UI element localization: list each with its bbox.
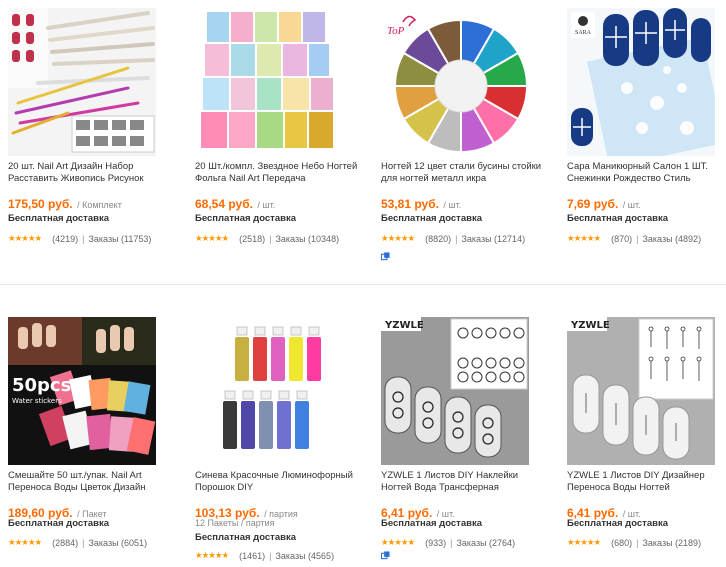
svg-text:ToP: ToP: [387, 25, 405, 37]
review-count[interactable]: (870): [611, 234, 632, 244]
free-shipping-label: Бесплатная доставка: [195, 532, 296, 543]
star-rating-icon: ★★★★★: [567, 537, 601, 547]
price-line: 7,69 руб. / шт.: [567, 195, 726, 213]
product-title[interactable]: Сара Маникюрный Салон 1 ШТ. Снежинки Рож…: [567, 161, 726, 185]
order-count: Заказы (11753): [88, 233, 152, 244]
free-shipping-label: Бесплатная доставка: [381, 518, 482, 529]
product-price: 68,54 руб.: [195, 197, 253, 211]
rating-line: ★★★★★ (4219) | Заказы (11753): [8, 233, 151, 244]
free-shipping-label: Бесплатная доставка: [195, 213, 296, 224]
product-title[interactable]: 20 шт. Nail Art Дизайн Набор Расставить …: [8, 161, 178, 185]
review-count[interactable]: (8820): [425, 234, 451, 244]
price-line: 175,50 руб. / Комплект: [8, 195, 183, 213]
free-shipping-label: Бесплатная доставка: [8, 213, 109, 224]
separator: |: [455, 233, 458, 244]
free-shipping-label: Бесплатная доставка: [8, 518, 109, 529]
rating-line: ★★★★★ (1461) | Заказы (4565): [195, 550, 334, 561]
product-image-glitter-bottles[interactable]: [195, 317, 343, 465]
product-title[interactable]: 20 Шт./компл. Звездное Небо Ногтей Фольг…: [195, 161, 365, 185]
star-rating-icon: ★★★★★: [381, 537, 415, 547]
product-card[interactable]: 20 Шт./компл. Звездное Небо Ногтей Фольг…: [195, 8, 365, 244]
review-count[interactable]: (680): [611, 538, 632, 548]
product-unit: / шт.: [622, 200, 641, 210]
price-line: 68,54 руб. / шт.: [195, 195, 370, 213]
star-rating-icon: ★★★★★: [195, 550, 229, 560]
rating-line: ★★★★★ (680) | Заказы (2189): [567, 537, 701, 548]
star-rating-icon: ★★★★★: [381, 233, 415, 243]
product-image-yzwle-dandelion[interactable]: YZWLE: [567, 317, 715, 465]
product-title[interactable]: Ногтей 12 цвет стали бусины стойки для н…: [381, 161, 551, 185]
order-count: Заказы (10348): [275, 233, 340, 244]
product-card[interactable]: 50pcs Water stickers Смешайте 50 шт./упа…: [8, 317, 178, 548]
svg-text:50pcs: 50pcs: [12, 375, 71, 396]
separator: |: [82, 537, 85, 548]
star-rating-icon: ★★★★★: [195, 233, 229, 243]
product-package-info: 12 Пакеты / партия: [195, 518, 275, 528]
product-card[interactable]: YZWLE YZWLE 1 Листов DIY Дизайнер Перено…: [567, 317, 726, 548]
wishlist-icon[interactable]: [381, 551, 390, 560]
product-image-beads-wheel[interactable]: ToP: [381, 8, 529, 156]
svg-text:YZWLE: YZWLE: [570, 320, 610, 331]
product-image-yzwle-lace[interactable]: YZWLE: [381, 317, 529, 465]
product-title[interactable]: Синева Красочные Люминофорный Порошок DI…: [195, 470, 365, 494]
rating-line: ★★★★★ (8820) | Заказы (12714): [381, 233, 525, 244]
product-card[interactable]: ToP Ногтей 12 цвет стали бусины стойки д…: [381, 8, 551, 263]
product-title[interactable]: Смешайте 50 шт./упак. Nail Art Переноса …: [8, 470, 178, 494]
order-count: Заказы (6051): [88, 537, 148, 548]
product-card[interactable]: YZWLE YZWLE 1 Листов DIY Наклейки Ногтей…: [381, 317, 551, 562]
review-count[interactable]: (933): [425, 538, 446, 548]
separator: |: [269, 550, 272, 561]
free-shipping-label: Бесплатная доставка: [567, 518, 668, 529]
star-rating-icon: ★★★★★: [567, 233, 601, 243]
product-card[interactable]: SARA Сара Маникюрный Салон 1 ШТ. Снежинк…: [567, 8, 726, 244]
separator: |: [269, 233, 272, 244]
price-line: 53,81 руб. / шт.: [381, 195, 556, 213]
product-card[interactable]: 20 шт. Nail Art Дизайн Набор Расставить …: [8, 8, 178, 244]
star-rating-icon: ★★★★★: [8, 233, 42, 243]
product-unit: / шт.: [257, 200, 276, 210]
review-count[interactable]: (4219): [52, 234, 78, 244]
wishlist-icon[interactable]: [381, 252, 390, 261]
product-image-water-stickers[interactable]: 50pcs Water stickers: [8, 317, 156, 465]
product-card[interactable]: Синева Красочные Люминофорный Порошок DI…: [195, 317, 365, 562]
product-title[interactable]: YZWLE 1 Листов DIY Дизайнер Переноса Вод…: [567, 470, 726, 494]
order-count: Заказы (2189): [642, 537, 702, 548]
review-count[interactable]: (2518): [239, 234, 265, 244]
product-price: 53,81 руб.: [381, 197, 439, 211]
free-shipping-label: Бесплатная доставка: [567, 213, 668, 224]
svg-text:SARA: SARA: [575, 30, 592, 36]
order-count: Заказы (4565): [275, 550, 335, 561]
rating-line: ★★★★★ (2518) | Заказы (10348): [195, 233, 339, 244]
review-count[interactable]: (2884): [52, 538, 78, 548]
product-unit: / шт.: [443, 200, 462, 210]
order-count: Заказы (4892): [642, 233, 702, 244]
rating-line: ★★★★★ (933) | Заказы (2764): [381, 537, 515, 548]
product-price: 175,50 руб.: [8, 197, 73, 211]
separator: |: [82, 233, 85, 244]
svg-text:YZWLE: YZWLE: [384, 320, 424, 331]
star-rating-icon: ★★★★★: [8, 537, 42, 547]
separator: |: [450, 537, 453, 548]
order-count: Заказы (2764): [456, 537, 516, 548]
separator: |: [636, 233, 639, 244]
product-image-brushes[interactable]: [8, 8, 156, 156]
separator: |: [636, 537, 639, 548]
order-count: Заказы (12714): [461, 233, 526, 244]
product-unit: / Комплект: [77, 200, 122, 210]
product-price: 7,69 руб.: [567, 197, 619, 211]
free-shipping-label: Бесплатная доставка: [381, 213, 482, 224]
review-count[interactable]: (1461): [239, 551, 265, 561]
product-title[interactable]: YZWLE 1 Листов DIY Наклейки Ногтей Вода …: [381, 470, 551, 494]
row-divider: [0, 284, 726, 285]
product-image-snowflake-stickers[interactable]: SARA: [567, 8, 715, 156]
rating-line: ★★★★★ (2884) | Заказы (6051): [8, 537, 147, 548]
product-image-foil[interactable]: [195, 8, 343, 156]
rating-line: ★★★★★ (870) | Заказы (4892): [567, 233, 701, 244]
svg-text:Water stickers: Water stickers: [12, 397, 62, 405]
